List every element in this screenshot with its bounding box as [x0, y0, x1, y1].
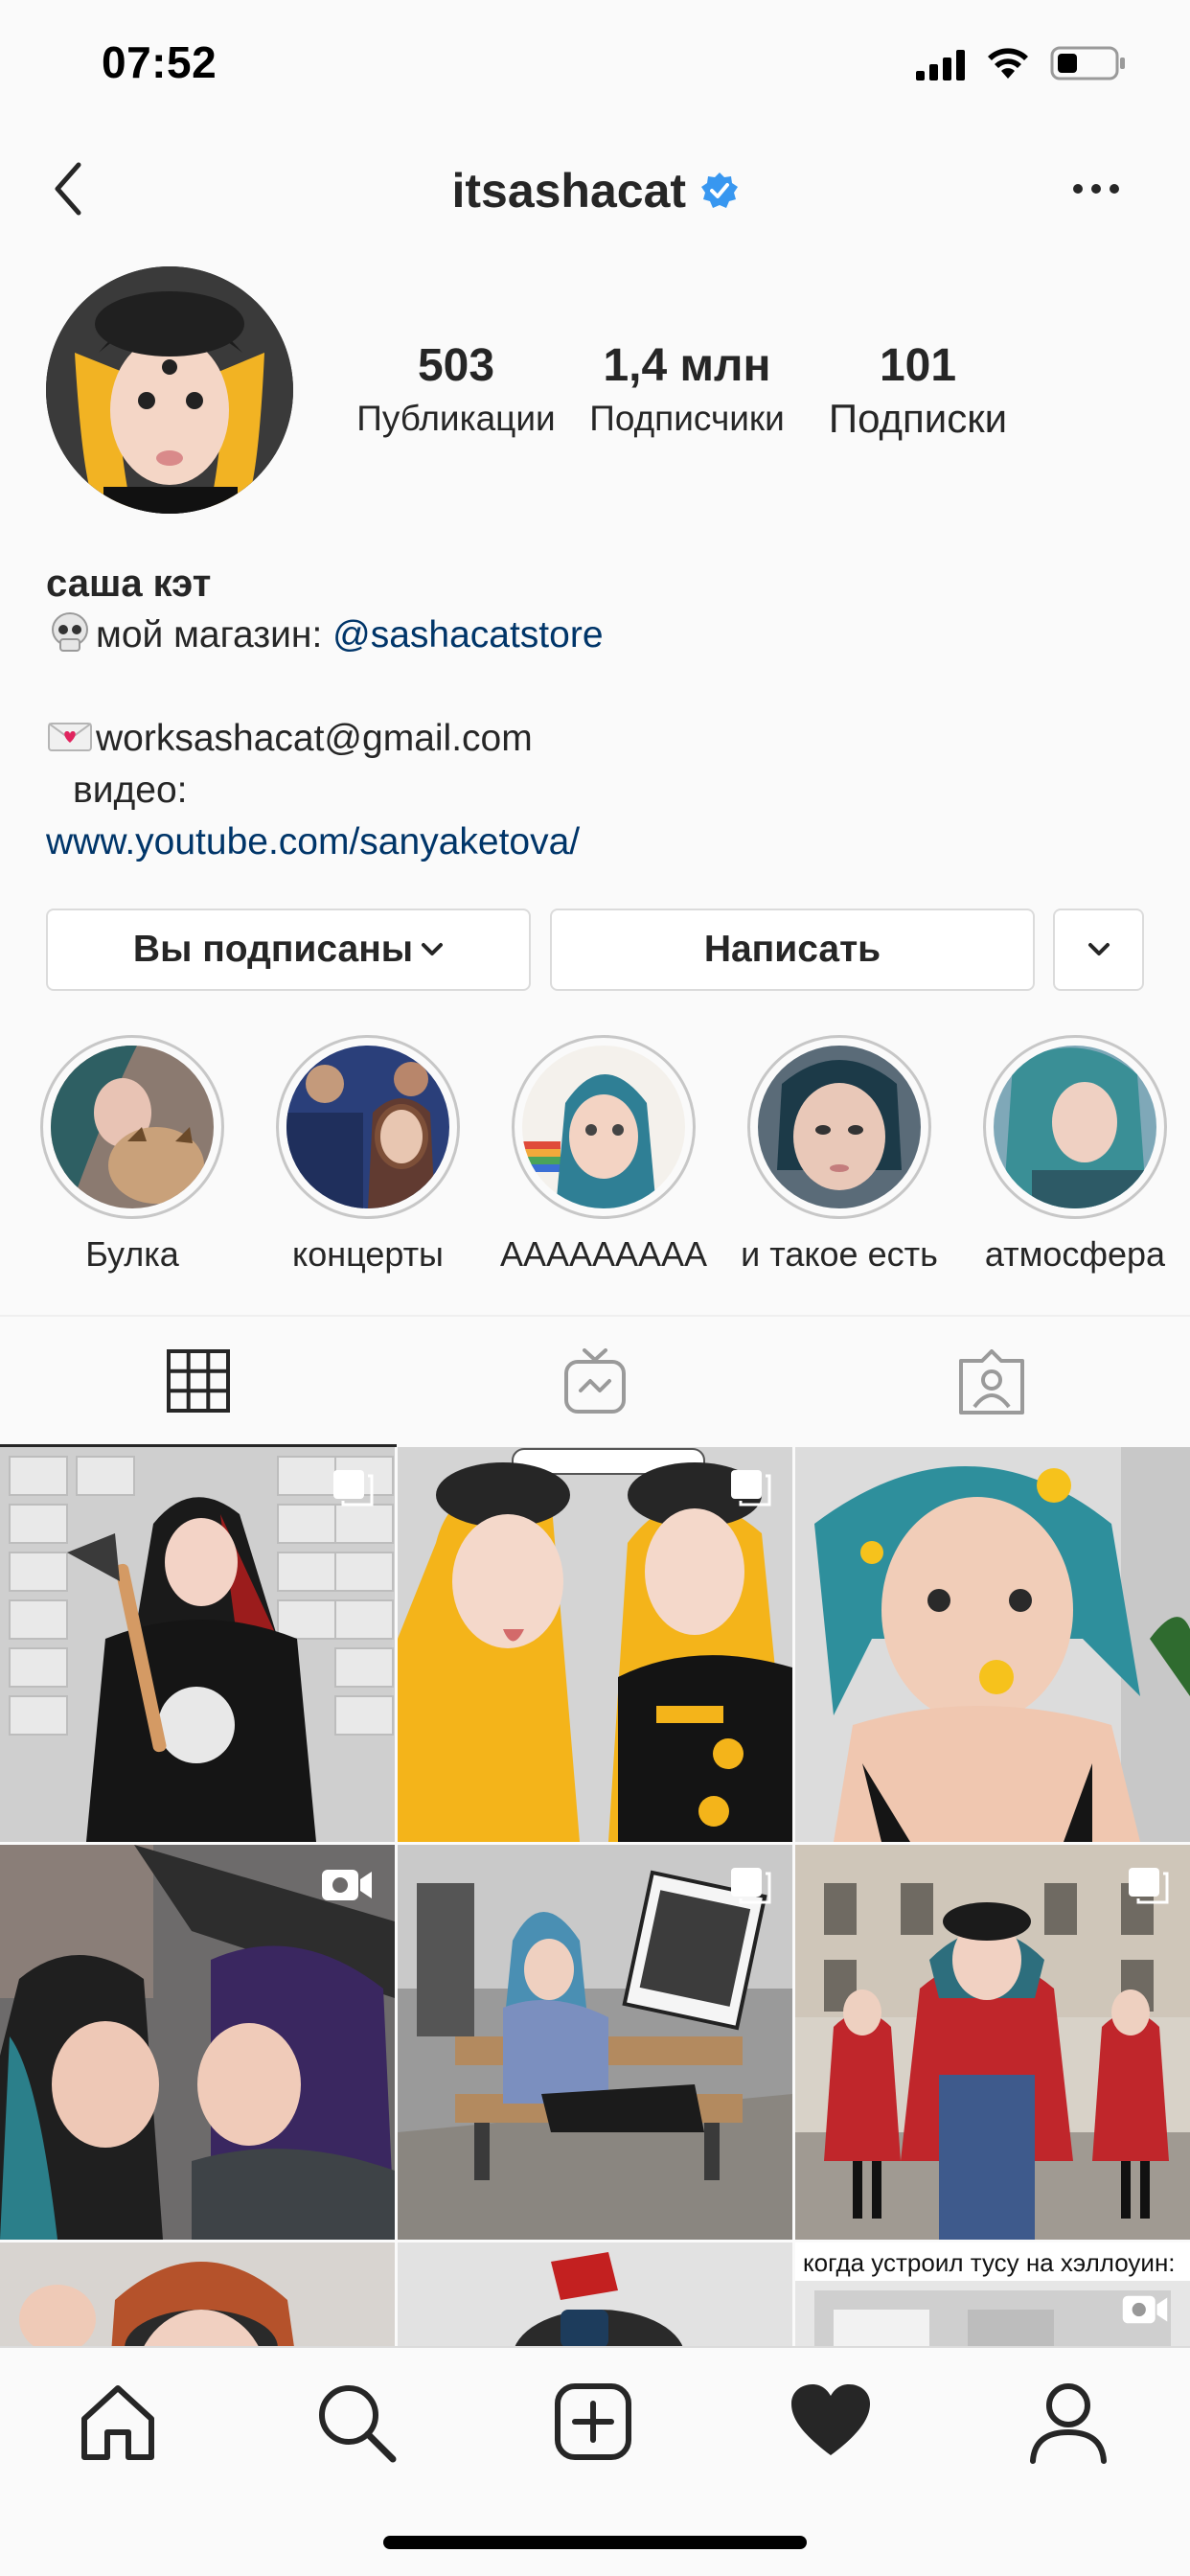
username: itsashacat — [451, 164, 687, 218]
youtube-link[interactable]: www.youtube.com/sanyaketova/ — [46, 821, 580, 862]
chevron-down-icon — [1087, 943, 1110, 955]
post-thumbnail[interactable] — [398, 2242, 792, 2348]
activity-heart-icon[interactable] — [788, 2379, 874, 2465]
bio-spacer — [46, 661, 1148, 713]
following-button[interactable]: Вы подписаны — [46, 908, 531, 991]
skull-icon — [52, 612, 88, 652]
tagged-person-icon — [959, 1349, 1024, 1414]
highlight-ring — [983, 1035, 1167, 1219]
display-name: саша кэт — [46, 563, 212, 605]
highlight-item[interactable]: и такое есть — [734, 1035, 945, 1275]
posts-count[interactable]: 503 Публикации — [351, 339, 561, 443]
bio-store-prefix: мой магазин: — [96, 614, 333, 656]
suggested-accounts-button[interactable] — [1053, 908, 1144, 991]
followers-count-label: Подписчики — [589, 399, 785, 438]
highlight-label: ААААААААА — [499, 1234, 708, 1274]
more-options-icon[interactable] — [1071, 182, 1121, 196]
verified-badge-icon — [700, 172, 738, 208]
post-thumbnail[interactable] — [0, 1845, 395, 2240]
chevron-down-icon — [422, 943, 444, 955]
highlight-cover — [994, 1046, 1156, 1208]
bio-email-line: worksashacat@gmail.com — [46, 713, 1148, 765]
highlight-cover — [522, 1046, 685, 1208]
post-thumbnail[interactable] — [795, 1845, 1190, 2240]
profile-avatar[interactable] — [46, 266, 293, 514]
following-count[interactable]: 101 Подписки — [812, 339, 1023, 443]
wifi-icon — [988, 48, 1028, 79]
carousel-icon — [731, 1470, 771, 1506]
avatar-image — [46, 266, 293, 514]
bio-email[interactable]: worksashacat@gmail.com — [96, 718, 533, 759]
status-bar: 07:52 — [0, 0, 1190, 126]
igtv-icon — [564, 1348, 626, 1414]
highlight-item[interactable]: ААААААААА — [498, 1035, 709, 1275]
highlight-item[interactable]: концерты — [263, 1035, 473, 1275]
message-button-label: Написать — [703, 929, 881, 970]
highlight-label: концерты — [292, 1234, 444, 1274]
tab-tagged[interactable] — [793, 1317, 1190, 1447]
posts-grid: когда устроил тусу на хэллоуин: — [0, 1447, 1190, 2348]
highlight-ring — [512, 1035, 696, 1219]
home-icon[interactable] — [75, 2379, 161, 2465]
store-handle-link[interactable]: @sashacatstore — [332, 614, 603, 656]
carousel-icon — [731, 1868, 771, 1904]
highlight-cover — [286, 1046, 449, 1208]
followers-count-value: 1,4 млн — [603, 340, 771, 391]
bio-store-line: мой магазин: @sashacatstore — [46, 610, 1148, 661]
following-count-value: 101 — [879, 340, 957, 391]
post-thumbnail[interactable]: когда устроил тусу на хэллоуин: — [795, 2242, 1190, 2348]
followers-count[interactable]: 1,4 млн Подписчики — [581, 339, 793, 443]
highlight-item[interactable]: атмосфера — [970, 1035, 1180, 1275]
carousel-icon — [1129, 1868, 1169, 1904]
highlight-ring — [40, 1035, 224, 1219]
tab-igtv[interactable] — [397, 1317, 793, 1447]
igtv-video-icon — [1122, 2295, 1168, 2324]
profile-icon[interactable] — [1025, 2379, 1111, 2465]
highlight-cover — [758, 1046, 921, 1208]
new-post-icon[interactable] — [550, 2379, 636, 2465]
highlight-item[interactable]: Булка — [27, 1035, 238, 1275]
following-button-label: Вы подписаны — [132, 929, 414, 970]
bio-video-label: видео: — [73, 770, 188, 811]
post-caption-overlay: когда устроил тусу на хэллоуин: — [795, 2242, 1190, 2281]
status-time: 07:52 — [102, 37, 217, 87]
profile-nav-bar: itsashacat — [0, 134, 1190, 240]
cellular-signal-icon — [916, 50, 965, 80]
profile-tabs — [0, 1315, 1190, 1447]
message-button[interactable]: Написать — [550, 908, 1035, 991]
highlight-label: и такое есть — [741, 1234, 938, 1274]
post-thumbnail[interactable] — [398, 1845, 792, 2240]
post-thumbnail[interactable] — [795, 1447, 1190, 1842]
profile-bio: саша кэт мой магазин: @sashacatstore wor… — [46, 558, 1148, 868]
post-thumbnail[interactable] — [0, 2242, 395, 2348]
highlight-ring — [276, 1035, 460, 1219]
tab-grid[interactable] — [0, 1317, 397, 1447]
carousel-icon — [333, 1470, 374, 1506]
home-indicator[interactable] — [383, 2536, 807, 2549]
following-count-label: Подписки — [828, 396, 1008, 441]
highlight-cover — [51, 1046, 214, 1208]
grid-icon — [167, 1348, 230, 1413]
highlight-label: Булка — [85, 1234, 179, 1274]
love-letter-icon — [48, 723, 92, 751]
igtv-video-icon — [322, 1870, 372, 1900]
battery-icon — [1050, 46, 1125, 80]
highlight-label: атмосфера — [984, 1234, 1166, 1274]
posts-count-label: Публикации — [356, 399, 556, 438]
username-title: itsashacat — [0, 163, 1190, 218]
post-thumbnail[interactable] — [398, 1447, 792, 1842]
posts-count-value: 503 — [417, 340, 495, 391]
post-thumbnail[interactable] — [0, 1447, 395, 1842]
search-icon[interactable] — [312, 2379, 399, 2465]
highlight-ring — [747, 1035, 931, 1219]
